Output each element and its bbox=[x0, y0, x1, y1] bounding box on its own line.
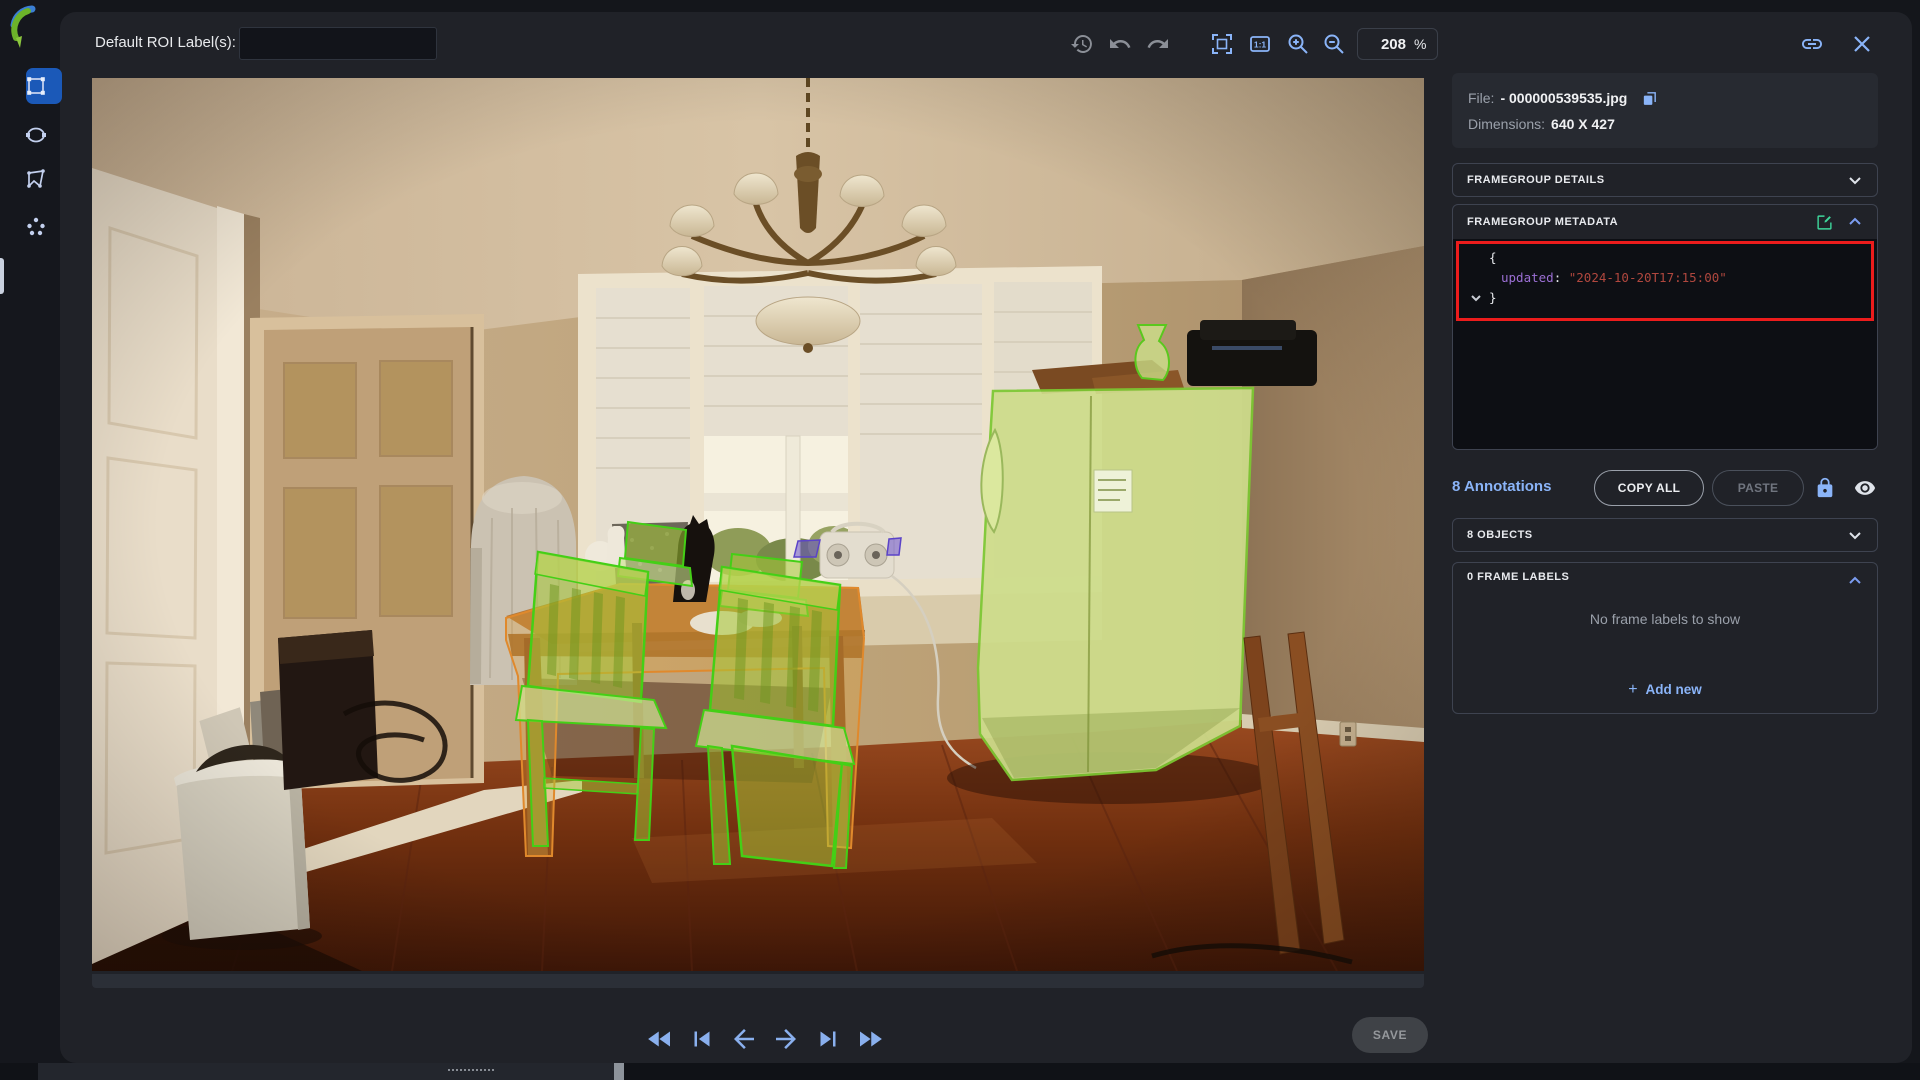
svg-text:1:1: 1:1 bbox=[1254, 40, 1267, 50]
json-open-brace: { bbox=[1489, 248, 1497, 268]
objects-section-header[interactable]: 8 OBJECTS bbox=[1452, 518, 1878, 552]
framegroup-metadata-section: FRAMEGROUP METADATA { bbox=[1452, 204, 1878, 450]
save-button[interactable]: SAVE bbox=[1352, 1017, 1428, 1053]
dimensions-value: 640 X 427 bbox=[1551, 116, 1615, 132]
next-frame-button[interactable] bbox=[771, 1024, 801, 1054]
annotated-photo bbox=[92, 78, 1424, 971]
last-frame-button[interactable] bbox=[813, 1024, 843, 1054]
app-logo-icon bbox=[8, 4, 54, 50]
ellipse-tool-button[interactable] bbox=[24, 123, 48, 147]
image-canvas[interactable] bbox=[92, 78, 1424, 971]
history-icon[interactable] bbox=[1070, 32, 1094, 56]
objects-title: 8 OBJECTS bbox=[1467, 529, 1847, 541]
chevron-up-icon[interactable] bbox=[1847, 214, 1863, 230]
metadata-json-area: { updated: "2024-10-20T17:15:00" } bbox=[1453, 239, 1877, 449]
fast-forward-button[interactable] bbox=[855, 1024, 885, 1054]
polygon-tool-button[interactable] bbox=[24, 167, 48, 191]
redo-icon[interactable] bbox=[1146, 32, 1170, 56]
canvas-scrollbar[interactable] bbox=[92, 974, 1424, 988]
dimensions-label: Dimensions: bbox=[1468, 116, 1545, 132]
default-roi-label: Default ROI Label(s): bbox=[95, 34, 236, 51]
bottom-strip-dots bbox=[448, 1069, 494, 1071]
frame-labels-section: 0 FRAME LABELS No frame labels to show +… bbox=[1452, 562, 1878, 714]
one-to-one-icon[interactable]: 1:1 bbox=[1248, 32, 1272, 56]
annotations-toolbar: 8 Annotations COPY ALL PASTE bbox=[1452, 470, 1878, 506]
zoom-level-box: % bbox=[1357, 28, 1438, 60]
main-panel: Default ROI Label(s): 1:1 bbox=[60, 12, 1912, 1063]
framegroup-details-header[interactable]: FRAMEGROUP DETAILS bbox=[1452, 163, 1878, 197]
chevron-down-icon[interactable] bbox=[1847, 172, 1863, 188]
chevron-down-icon[interactable] bbox=[1847, 527, 1863, 543]
file-name: - 000000539535.jpg bbox=[1500, 90, 1627, 106]
points-tool-button[interactable] bbox=[24, 215, 48, 239]
bottom-window-strip bbox=[0, 1063, 1920, 1080]
framegroup-metadata-header[interactable]: FRAMEGROUP METADATA bbox=[1453, 205, 1877, 239]
json-colon: : bbox=[1554, 268, 1562, 288]
roi-label-input[interactable] bbox=[239, 27, 437, 60]
file-label: File: bbox=[1468, 90, 1494, 106]
framegroup-details-title: FRAMEGROUP DETAILS bbox=[1467, 174, 1847, 186]
bottom-strip-track bbox=[38, 1063, 614, 1080]
first-frame-button[interactable] bbox=[687, 1024, 717, 1054]
annotation-app: Default ROI Label(s): 1:1 bbox=[0, 0, 1920, 1080]
fit-to-screen-icon[interactable] bbox=[1210, 32, 1234, 56]
frame-labels-title: 0 FRAME LABELS bbox=[1467, 571, 1847, 583]
chevron-up-icon[interactable] bbox=[1847, 573, 1863, 589]
close-icon[interactable] bbox=[1850, 32, 1874, 56]
paste-button[interactable]: PASTE bbox=[1712, 470, 1804, 506]
left-toolbar-rail bbox=[0, 0, 60, 1063]
fast-rewind-button[interactable] bbox=[645, 1024, 675, 1054]
json-key: updated bbox=[1501, 268, 1554, 288]
rail-scroll-indicator bbox=[0, 258, 4, 294]
copy-all-button[interactable]: COPY ALL bbox=[1594, 470, 1704, 506]
add-new-button[interactable]: + Add new bbox=[1453, 681, 1877, 699]
frame-labels-empty-text: No frame labels to show bbox=[1453, 611, 1877, 627]
json-close-brace: } bbox=[1489, 288, 1497, 308]
undo-icon[interactable] bbox=[1108, 32, 1132, 56]
file-info-card: File: - 000000539535.jpg Dimensions: 640… bbox=[1452, 73, 1878, 148]
zoom-in-icon[interactable] bbox=[1286, 32, 1310, 56]
zoom-out-icon[interactable] bbox=[1322, 32, 1346, 56]
link-icon[interactable] bbox=[1800, 32, 1824, 56]
lock-icon[interactable] bbox=[1814, 477, 1836, 499]
plus-icon: + bbox=[1628, 681, 1637, 698]
annotations-count: 8 Annotations bbox=[1452, 478, 1551, 495]
metadata-json-highlight[interactable]: { updated: "2024-10-20T17:15:00" } bbox=[1456, 241, 1874, 321]
rect-tool-button[interactable] bbox=[24, 74, 48, 98]
edit-icon[interactable] bbox=[1816, 214, 1833, 231]
previous-frame-button[interactable] bbox=[729, 1024, 759, 1054]
vignette bbox=[92, 78, 1424, 971]
zoom-level-input[interactable] bbox=[1368, 36, 1406, 53]
copy-icon[interactable] bbox=[1641, 90, 1658, 107]
json-value: "2024-10-20T17:15:00" bbox=[1569, 268, 1727, 288]
framegroup-metadata-title: FRAMEGROUP METADATA bbox=[1467, 216, 1802, 228]
json-collapse-icon[interactable] bbox=[1469, 251, 1483, 265]
add-new-label: Add new bbox=[1646, 682, 1702, 697]
bottom-strip-thumb[interactable] bbox=[614, 1063, 624, 1080]
zoom-unit-label: % bbox=[1414, 36, 1426, 52]
visibility-icon[interactable] bbox=[1854, 477, 1876, 499]
